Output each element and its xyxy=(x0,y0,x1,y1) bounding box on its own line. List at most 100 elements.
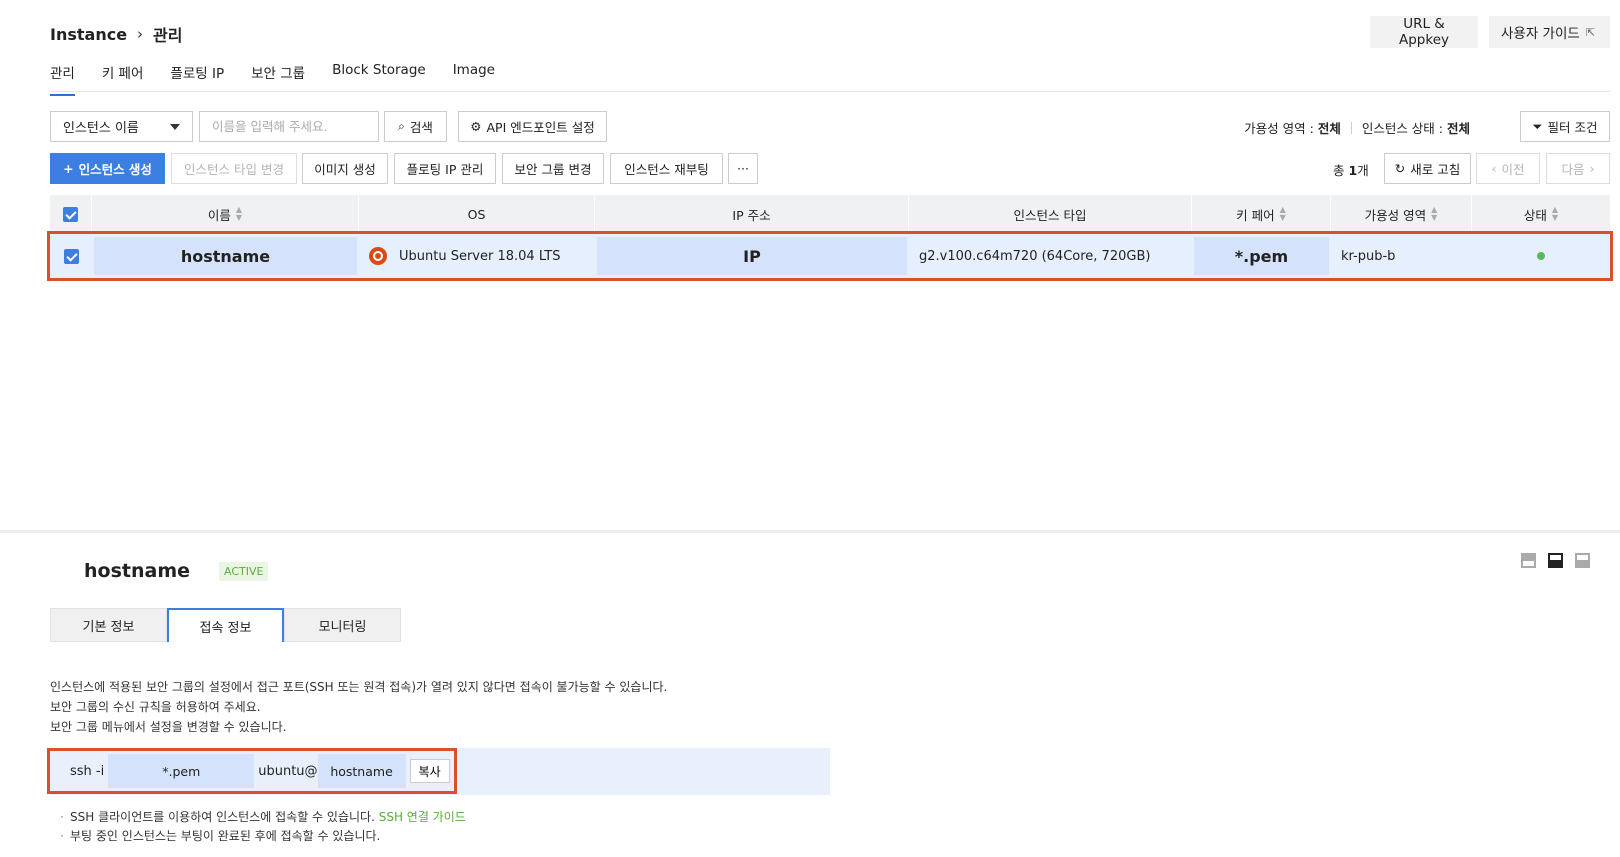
select-all-checkbox[interactable] xyxy=(50,195,92,233)
message-line: 보안 그룹 메뉴에서 설정을 변경할 수 있습니다. xyxy=(50,720,287,734)
zone-filter-label: 가용성 영역 : xyxy=(1244,121,1314,136)
connection-message: 인스턴스에 적용된 보안 그룹의 설정에서 접근 포트(SSH 또는 원격 접속… xyxy=(50,677,667,737)
layout-top-icon[interactable] xyxy=(1521,553,1536,568)
column-keypair[interactable]: 키 페어 ▲ ▼ xyxy=(1192,195,1331,233)
column-name[interactable]: 이름 ▲ ▼ xyxy=(92,195,359,233)
panel-divider[interactable] xyxy=(0,530,1620,533)
next-label: 다음 xyxy=(1561,162,1585,177)
column-keypair-label: 키 페어 xyxy=(1236,207,1275,223)
row-checkbox[interactable] xyxy=(50,234,92,278)
checkbox-checked-icon xyxy=(63,248,79,264)
create-instance-label: 인스턴스 생성 xyxy=(78,162,152,177)
row-status xyxy=(1472,234,1610,278)
filter-condition-label: 필터 조건 xyxy=(1547,120,1598,135)
status-badge: ACTIVE xyxy=(219,562,269,581)
create-image-button[interactable]: 이미지 생성 xyxy=(302,153,388,184)
instance-table: 이름 ▲ ▼ OS IP 주소 인스턴스 타입 키 페어 ▲ ▼ 가용성 영역 ▲ ▼ 상태… xyxy=(47,195,1613,281)
column-type-label: 인스턴스 타입 xyxy=(1013,207,1087,223)
zone-filter-value: 전체 xyxy=(1317,121,1341,136)
column-status-label: 상태 xyxy=(1523,207,1547,223)
detail-tabs: 기본 정보 접속 정보 모니터링 xyxy=(50,608,401,642)
row-name[interactable]: hostname xyxy=(94,237,357,275)
sort-icon: ▲ ▼ xyxy=(1431,205,1438,222)
reboot-button[interactable]: 인스턴스 재부팅 xyxy=(610,153,723,184)
filter-icon: ⏷ xyxy=(1532,118,1543,134)
breadcrumb-current: 관리 xyxy=(153,26,183,45)
search-input[interactable] xyxy=(199,111,379,142)
tab-monitoring[interactable]: 모니터링 xyxy=(284,608,401,642)
sort-icon: ▲ ▼ xyxy=(1551,205,1559,222)
ssh-host: hostname xyxy=(317,754,406,788)
refresh-button[interactable]: ↻ 새로 고침 xyxy=(1384,153,1471,184)
search-field-select[interactable]: 인스턴스 이름 xyxy=(50,111,193,142)
search-field-value: 인스턴스 이름 xyxy=(63,121,139,136)
ssh-prefix: ssh -i xyxy=(70,763,105,779)
table-row[interactable]: hostname Ubuntu Server 18.04 LTS IP g2.v… xyxy=(47,231,1613,281)
column-zone[interactable]: 가용성 영역 ▲ ▼ xyxy=(1331,195,1472,233)
security-group-button[interactable]: 보안 그룹 변경 xyxy=(502,153,604,184)
tab-basic-info[interactable]: 기본 정보 xyxy=(50,608,167,642)
total-prefix: 총 xyxy=(1333,163,1345,178)
message-line: 인스턴스에 적용된 보안 그룹의 설정에서 접근 포트(SSH 또는 원격 접속… xyxy=(50,680,668,694)
external-link-icon: ⇱ xyxy=(1585,25,1596,39)
total-number: 1 xyxy=(1348,163,1358,178)
refresh-icon: ↻ xyxy=(1394,161,1406,176)
message-line: 보안 그룹의 수신 규칙을 허용하여 주세요. xyxy=(50,700,261,714)
list-item: SSH 클라이언트를 이용하여 인스턴스에 접속할 수 있습니다. SSH 연결… xyxy=(60,808,466,827)
user-guide-button[interactable]: 사용자 가이드 ⇱ xyxy=(1489,16,1610,48)
ssh-command: ssh -i *.pem ubuntu@ hostname 복사 xyxy=(47,748,457,794)
column-zone-label: 가용성 영역 xyxy=(1364,207,1427,223)
column-os: OS xyxy=(359,195,595,233)
layout-split-icon[interactable] xyxy=(1548,553,1563,568)
sort-icon: ▲ ▼ xyxy=(235,205,243,222)
api-endpoint-button[interactable]: ⚙ API 엔드포인트 설정 xyxy=(458,111,607,142)
prev-page-button[interactable]: ‹ 이전 xyxy=(1476,153,1540,184)
filter-summary: 가용성 영역 : 전체 인스턴스 상태 : 전체 xyxy=(1244,118,1470,137)
ssh-pem: *.pem xyxy=(108,754,255,788)
panel-layout-controls xyxy=(1521,553,1590,568)
gear-icon: ⚙ xyxy=(470,119,482,134)
next-page-button[interactable]: 다음 › xyxy=(1546,153,1610,184)
column-ip: IP 주소 xyxy=(595,195,909,233)
refresh-label: 새로 고침 xyxy=(1410,162,1461,177)
column-name-label: 이름 xyxy=(207,207,231,223)
user-guide-label: 사용자 가이드 xyxy=(1501,26,1580,42)
column-status[interactable]: 상태 ▲ ▼ xyxy=(1472,195,1610,233)
status-filter-label: 인스턴스 상태 : xyxy=(1361,121,1443,136)
filter-condition-button[interactable]: ⏷ 필터 조건 xyxy=(1520,111,1610,142)
ssh-user: ubuntu@ xyxy=(258,763,318,779)
column-type: 인스턴스 타입 xyxy=(909,195,1192,233)
caret-down-icon xyxy=(170,123,180,130)
ubuntu-icon xyxy=(369,247,387,265)
tabs-divider xyxy=(50,91,1610,92)
total-suffix: 개 xyxy=(1357,163,1369,178)
create-instance-button[interactable]: + 인스턴스 생성 xyxy=(50,153,165,184)
search-icon: ⌕ xyxy=(398,119,405,133)
search-button-label: 검색 xyxy=(409,120,433,135)
more-button[interactable]: ··· xyxy=(728,153,758,184)
status-active-icon xyxy=(1537,252,1545,260)
layout-bottom-icon[interactable] xyxy=(1575,553,1590,568)
row-zone: kr-pub-b xyxy=(1341,248,1396,264)
ssh-notes: SSH 클라이언트를 이용하여 인스턴스에 접속할 수 있습니다. SSH 연결… xyxy=(60,808,466,846)
row-os: Ubuntu Server 18.04 LTS xyxy=(359,234,595,278)
change-type-button[interactable]: 인스턴스 타입 변경 xyxy=(171,153,297,184)
url-appkey-button[interactable]: URL & Appkey xyxy=(1370,16,1478,48)
search-button[interactable]: ⌕ 검색 xyxy=(384,111,447,142)
copy-button[interactable]: 복사 xyxy=(409,759,450,783)
detail-title: hostname xyxy=(84,560,191,582)
api-endpoint-label: API 엔드포인트 설정 xyxy=(486,120,595,135)
floating-ip-button[interactable]: 플로팅 IP 관리 xyxy=(394,153,496,184)
ssh-guide-link[interactable]: SSH 연결 가이드 xyxy=(379,810,466,824)
chevron-left-icon: ‹ xyxy=(1491,161,1497,176)
list-item: 부팅 중인 인스턴스는 부팅이 완료된 후에 접속할 수 있습니다. xyxy=(60,827,466,846)
breadcrumb: Instance › 관리 xyxy=(50,22,183,46)
sort-icon: ▲ ▼ xyxy=(1279,205,1286,222)
chevron-right-icon: › xyxy=(137,25,144,43)
column-os-label: OS xyxy=(467,206,486,222)
filter-separator xyxy=(1350,121,1352,134)
prev-label: 이전 xyxy=(1501,162,1525,177)
breadcrumb-root[interactable]: Instance xyxy=(50,25,127,44)
tab-connection-info[interactable]: 접속 정보 xyxy=(167,608,284,642)
total-count: 총 1개 xyxy=(1333,160,1369,179)
